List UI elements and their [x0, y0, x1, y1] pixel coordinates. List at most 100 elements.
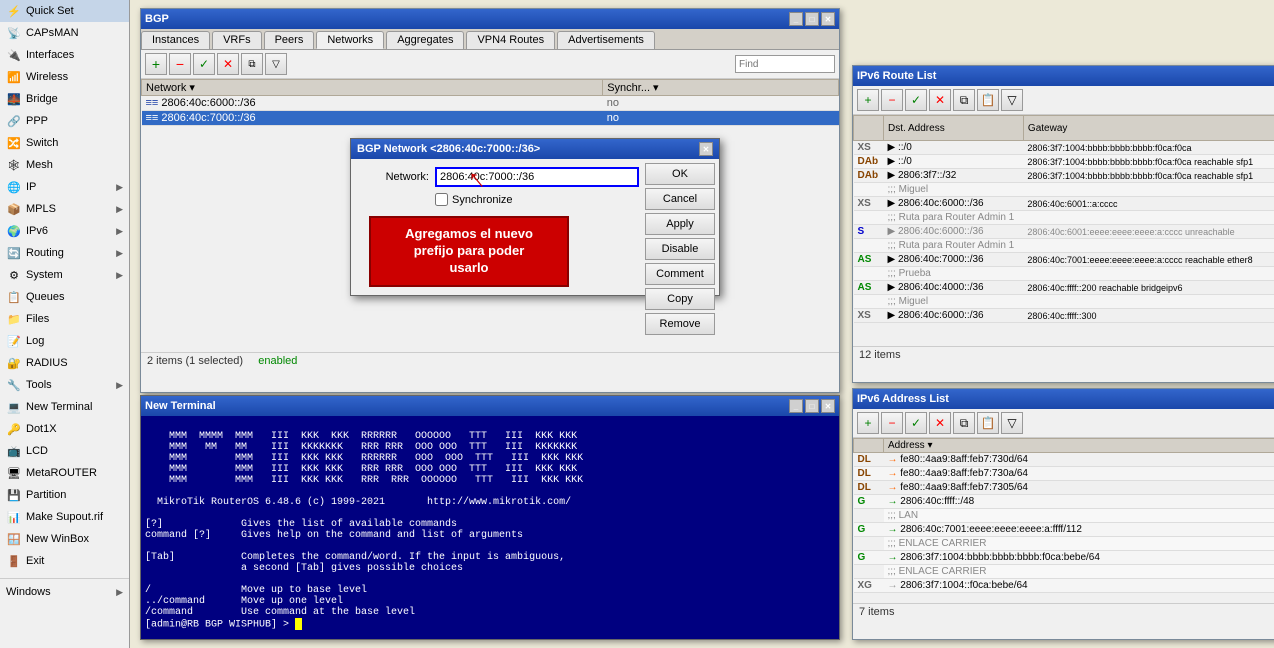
bgp-enable-button[interactable]: ✓: [193, 53, 215, 75]
tab-vpn4-routes[interactable]: VPN4 Routes: [466, 31, 555, 49]
sidebar-item-dot1x[interactable]: 🔑 Dot1X: [0, 418, 129, 440]
sidebar-item-switch[interactable]: 🔀 Switch: [0, 132, 129, 154]
ipv6-addr-enable-button[interactable]: ✓: [905, 412, 927, 434]
addr-flag: DL: [858, 468, 871, 479]
terminal-content[interactable]: MMM MMMM MMM III KKK KKK RRRRRR OOOOOO T…: [141, 416, 839, 639]
synchronize-checkbox[interactable]: [435, 193, 448, 206]
sidebar-item-mpls[interactable]: 📦 MPLS ▶: [0, 198, 129, 220]
sidebar-item-ip[interactable]: 🌐 IP ▶: [0, 176, 129, 198]
sidebar-item-exit[interactable]: 🚪 Exit: [0, 550, 129, 572]
system-arrow: ▶: [116, 270, 123, 281]
sidebar-item-ppp[interactable]: 🔗 PPP: [0, 110, 129, 132]
sidebar-item-wireless[interactable]: 📶 Wireless: [0, 66, 129, 88]
bgp-disable-button[interactable]: ✕: [217, 53, 239, 75]
table-row[interactable]: XS ▶ 2806:40c:6000::/36 2806:40c:ffff::3…: [854, 309, 1274, 323]
table-row[interactable]: AS ▶ 2806:40c:4000::/36 2806:40c:ffff::2…: [854, 281, 1274, 295]
col-network[interactable]: Network ▾: [142, 80, 603, 96]
bgp-add-button[interactable]: +: [145, 53, 167, 75]
ipv6-route-filter-button[interactable]: ▽: [1001, 89, 1023, 111]
table-row[interactable]: DAb ▶ ::/0 2806:3f7:1004:bbbb:bbbb:bbbb:…: [854, 155, 1274, 169]
dialog-disable-button[interactable]: Disable: [645, 238, 715, 260]
sidebar-item-mesh[interactable]: 🕸 Mesh: [0, 154, 129, 176]
bgp-remove-button[interactable]: −: [169, 53, 191, 75]
sidebar-item-ipv6[interactable]: 🌍 IPv6 ▶: [0, 220, 129, 242]
table-row[interactable]: AS ▶ 2806:40c:7000::/36 2806:40c:7001:ee…: [854, 253, 1274, 267]
ipv6-addr-disable-button[interactable]: ✕: [929, 412, 951, 434]
sidebar-item-interfaces[interactable]: 🔌 Interfaces: [0, 44, 129, 66]
sidebar-item-log[interactable]: 📝 Log: [0, 330, 129, 352]
sidebar-item-files[interactable]: 📁 Files: [0, 308, 129, 330]
ipv6-addr-paste-button[interactable]: 📋: [977, 412, 999, 434]
sidebar-item-bridge[interactable]: 🌉 Bridge: [0, 88, 129, 110]
table-row[interactable]: XG → 2806:3f7:1004::f0ca:bebe/64: [854, 579, 1274, 593]
ipv6-route-copy-button[interactable]: ⧉: [953, 89, 975, 111]
tab-instances[interactable]: Instances: [141, 31, 210, 49]
table-row[interactable]: XS ▶ 2806:40c:6000::/36 2806:40c:6001::a…: [854, 197, 1274, 211]
col-address[interactable]: Address ▾: [884, 439, 1274, 453]
sidebar-item-quick-set[interactable]: ⚡ Quick Set: [0, 0, 129, 22]
table-row[interactable]: DL → fe80::4aa9:8aff:feb7:730a/64: [854, 467, 1274, 481]
col-addr-flag[interactable]: [854, 439, 884, 453]
sidebar-item-new-terminal[interactable]: 💻 New Terminal: [0, 396, 129, 418]
table-row[interactable]: G → 2806:3f7:1004:bbbb:bbbb:bbbb:f0ca:be…: [854, 551, 1274, 565]
ipv6-route-enable-button[interactable]: ✓: [905, 89, 927, 111]
sidebar-item-routing[interactable]: 🔄 Routing ▶: [0, 242, 129, 264]
ipv6-route-remove-button[interactable]: −: [881, 89, 903, 111]
table-row[interactable]: G → 2806:40c:7001:eeee:eeee:eeee:a:ffff/…: [854, 523, 1274, 537]
ipv6-addr-filter-button[interactable]: ▽: [1001, 412, 1023, 434]
terminal-maximize-button[interactable]: □: [805, 399, 819, 413]
dialog-comment-button[interactable]: Comment: [645, 263, 715, 285]
bgp-filter-button[interactable]: ▽: [265, 53, 287, 75]
ipv6-addr-copy-button[interactable]: ⧉: [953, 412, 975, 434]
sidebar-item-queues[interactable]: 📋 Queues: [0, 286, 129, 308]
table-row[interactable]: DL → fe80::4aa9:8aff:feb7:730d/64: [854, 453, 1274, 467]
sidebar-item-windows[interactable]: Windows ▶: [0, 583, 129, 601]
terminal-close-button[interactable]: ✕: [821, 399, 835, 413]
dialog-close-button[interactable]: ✕: [699, 142, 713, 156]
bgp-minimize-button[interactable]: _: [789, 12, 803, 26]
sidebar-item-partition[interactable]: 💾 Partition: [0, 484, 129, 506]
ipv6-route-add-button[interactable]: +: [857, 89, 879, 111]
tab-peers[interactable]: Peers: [264, 31, 315, 49]
tab-networks[interactable]: Networks: [316, 31, 384, 49]
tab-aggregates[interactable]: Aggregates: [386, 31, 464, 49]
sidebar-item-new-winbox[interactable]: 🪟 New WinBox: [0, 528, 129, 550]
ipv6-addr-add-button[interactable]: +: [857, 412, 879, 434]
sidebar-item-radius[interactable]: 🔐 RADIUS: [0, 352, 129, 374]
sidebar-item-tools[interactable]: 🔧 Tools ▶: [0, 374, 129, 396]
table-row[interactable]: ≡≡ 2806:40c:7000::/36 no: [142, 111, 839, 126]
new-winbox-icon: 🪟: [6, 531, 22, 547]
table-row[interactable]: DL → fe80::4aa9:8aff:feb7:7305/64: [854, 481, 1274, 495]
dialog-ok-button[interactable]: OK: [645, 163, 715, 185]
sidebar-item-make-supout[interactable]: 📊 Make Supout.rif: [0, 506, 129, 528]
tab-vrfs[interactable]: VRFs: [212, 31, 262, 49]
table-row[interactable]: ≡≡ 2806:40c:6000::/36 no: [142, 96, 839, 111]
dialog-remove-button[interactable]: Remove: [645, 313, 715, 335]
col-synchr[interactable]: Synchr... ▾: [603, 80, 839, 96]
ipv6-route-paste-button[interactable]: 📋: [977, 89, 999, 111]
dialog-cancel-button[interactable]: Cancel: [645, 188, 715, 210]
col-gateway[interactable]: Gateway: [1023, 116, 1274, 141]
ipv6-addr-remove-button[interactable]: −: [881, 412, 903, 434]
terminal-minimize-button[interactable]: _: [789, 399, 803, 413]
bgp-find-input[interactable]: [735, 55, 835, 73]
dialog-apply-button[interactable]: Apply: [645, 213, 715, 235]
bgp-copy-button[interactable]: ⧉: [241, 53, 263, 75]
table-row[interactable]: XS ▶ ::/0 2806:3f7:1004:bbbb:bbbb:bbbb:f…: [854, 141, 1274, 155]
sidebar-item-system[interactable]: ⚙ System ▶: [0, 264, 129, 286]
tab-advertisements[interactable]: Advertisements: [557, 31, 655, 49]
dialog-copy-button[interactable]: Copy: [645, 288, 715, 310]
ipv6-route-disable-button[interactable]: ✕: [929, 89, 951, 111]
table-row[interactable]: S ▶ 2806:40c:6000::/36 2806:40c:6001:eee…: [854, 225, 1274, 239]
sidebar-item-capsman[interactable]: 📡 CAPsMAN: [0, 22, 129, 44]
table-row[interactable]: DAb ▶ 2806:3f7::/32 2806:3f7:1004:bbbb:b…: [854, 169, 1274, 183]
col-flag[interactable]: [854, 116, 884, 141]
bgp-maximize-button[interactable]: □: [805, 12, 819, 26]
sidebar-item-metarouter[interactable]: 🖥 MetaROUTER: [0, 462, 129, 484]
sidebar-item-lcd[interactable]: 📺 LCD: [0, 440, 129, 462]
dialog-win-controls: ✕: [699, 142, 713, 156]
dot1x-icon: 🔑: [6, 421, 22, 437]
col-dst-address[interactable]: Dst. Address: [884, 116, 1024, 141]
table-row[interactable]: G → 2806:40c:ffff::/48: [854, 495, 1274, 509]
bgp-close-button[interactable]: ✕: [821, 12, 835, 26]
